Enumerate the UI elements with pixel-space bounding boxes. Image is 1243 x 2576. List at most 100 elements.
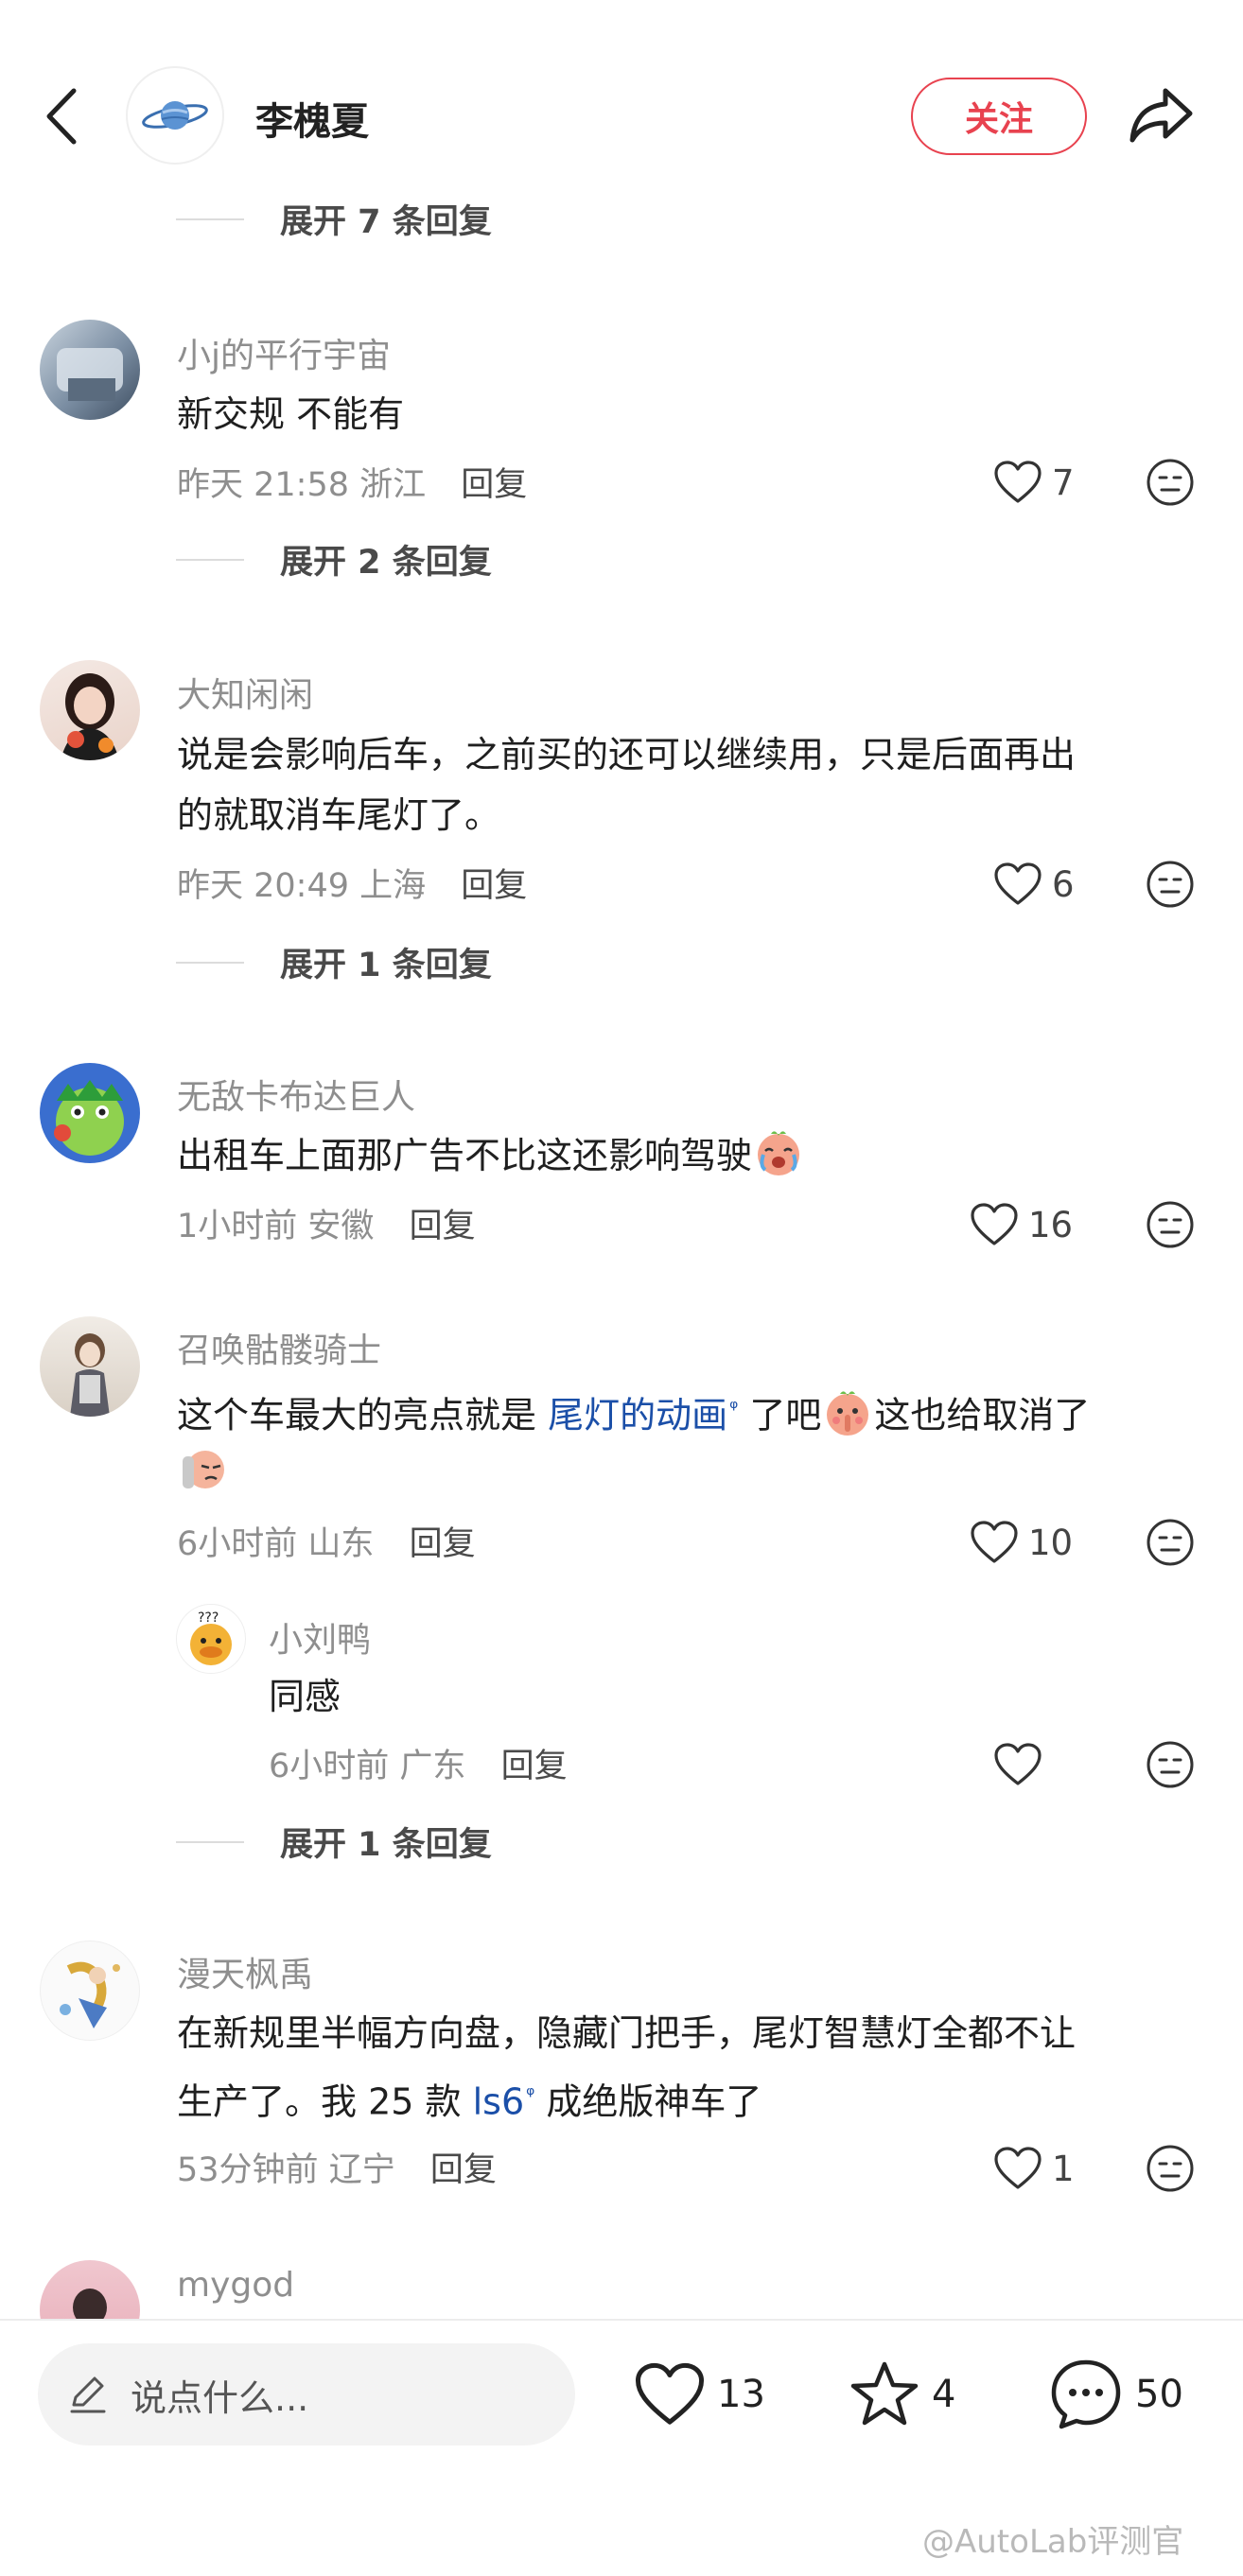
comment-meta: 53分钟前 辽宁 回复 <box>177 2143 497 2191</box>
comment-input[interactable]: 说点什么... <box>38 2343 575 2445</box>
comment-username[interactable]: 小j的平行宇宙 <box>177 328 391 377</box>
meh-face-icon[interactable] <box>1146 1740 1195 1789</box>
meh-face-icon[interactable] <box>1146 860 1195 909</box>
comment-content: 新交规 不能有 <box>177 393 405 435</box>
meh-face-icon[interactable] <box>1146 1518 1195 1567</box>
comment-time: 昨天 21:58 <box>177 466 349 504</box>
reply-button[interactable]: 回复 <box>410 1525 476 1563</box>
comment-content-line-1: 在新规里半幅方向盘，隐藏门把手，尾灯智慧灯全都不让 <box>177 2012 1077 2054</box>
like-button[interactable]: 1 <box>993 2140 1075 2197</box>
search-icon: ᵠ <box>729 1397 739 1420</box>
favorite-button[interactable]: 4 <box>849 2358 955 2430</box>
comment-content: 出租车上面那广告不比这还影响驾驶 <box>177 1125 805 1186</box>
comment-location: 上海 <box>359 867 427 905</box>
comment-text: 成绝版神车了 <box>534 2080 762 2123</box>
chat-bubble-icon <box>1051 2359 1121 2429</box>
like-button[interactable]: 7 <box>993 454 1075 511</box>
like-post-button[interactable]: 13 <box>634 2361 765 2428</box>
comment-text: 这也给取消了 <box>874 1394 1091 1436</box>
comment-location: 浙江 <box>359 466 427 504</box>
star-icon <box>850 2361 919 2426</box>
follow-button[interactable]: 关注 <box>911 78 1087 155</box>
like-count: 10 <box>1028 1522 1074 1563</box>
topic-link[interactable]: ls6 <box>473 2081 525 2123</box>
comment-location: 辽宁 <box>328 2151 395 2189</box>
reply-content: 同感 <box>269 1676 341 1717</box>
expand-text: 展开 7 条回复 <box>280 203 492 241</box>
comment-count: 50 <box>1135 2373 1183 2416</box>
comments-button[interactable]: 50 <box>1048 2357 1183 2432</box>
divider <box>176 558 244 561</box>
avatar[interactable] <box>40 1941 140 2041</box>
comment-username[interactable]: mygod <box>177 2266 294 2305</box>
search-icon: ᵠ <box>526 2083 535 2107</box>
comment-content-line-2: 的就取消车尾灯了。 <box>177 794 501 836</box>
comment-meta: 1小时前 安徽 回复 <box>177 1199 476 1247</box>
like-button[interactable]: 16 <box>970 1196 1073 1253</box>
comment-time: 1小时前 <box>177 1208 298 1245</box>
input-placeholder: 说点什么... <box>131 2376 309 2419</box>
watermark: @AutoLab评测官 <box>922 2523 1184 2561</box>
comment-username[interactable]: 大知闲闲 <box>177 668 313 717</box>
reply-meta: 6小时前 广东 回复 <box>269 1739 568 1787</box>
avatar[interactable] <box>40 320 140 420</box>
like-button[interactable]: 6 <box>993 856 1075 913</box>
comment-location: 山东 <box>307 1525 375 1563</box>
heart-icon <box>994 461 1042 503</box>
author-avatar[interactable] <box>126 66 224 165</box>
meh-face-icon[interactable] <box>1146 458 1195 507</box>
share-icon[interactable] <box>1128 85 1196 146</box>
comment-meta: 昨天 21:58 浙江 回复 <box>177 458 527 506</box>
expand-text: 展开 1 条回复 <box>280 947 492 984</box>
comment-time: 53分钟前 <box>177 2151 319 2189</box>
expand-replies[interactable]: 展开 1 条回复 <box>176 1818 492 1866</box>
expand-replies[interactable]: 展开 1 条回复 <box>176 938 492 986</box>
topic-link[interactable]: 尾灯的动画 <box>548 1395 727 1436</box>
reply-button[interactable]: 回复 <box>461 466 527 504</box>
comment-time: 6小时前 <box>177 1525 298 1563</box>
author-name[interactable]: 李槐夏 <box>255 91 369 146</box>
expand-replies[interactable]: 展开 7 条回复 <box>176 195 492 243</box>
planet-icon <box>142 101 208 130</box>
heart-icon <box>994 862 1042 905</box>
crying-face-emoji-icon <box>758 1131 800 1175</box>
comment-text: 生产了。我 25 款 <box>177 2080 473 2123</box>
reply-button[interactable]: 回复 <box>430 2151 497 2189</box>
reply-button[interactable]: 回复 <box>410 1208 476 1245</box>
heart-icon <box>971 1203 1018 1245</box>
comment-time: 昨天 20:49 <box>177 867 349 905</box>
header: 李槐夏 关注 <box>0 0 1243 180</box>
divider <box>176 1840 244 1843</box>
divider <box>176 218 244 220</box>
shushing-face-emoji-icon <box>827 1391 869 1436</box>
comment-meta: 6小时前 山东 回复 <box>177 1517 476 1565</box>
comment-meta: 昨天 20:49 上海 回复 <box>177 859 527 907</box>
avatar[interactable] <box>40 1316 140 1417</box>
meh-face-icon[interactable] <box>1146 2144 1195 2193</box>
back-icon[interactable] <box>40 83 85 149</box>
expand-replies[interactable]: 展开 2 条回复 <box>176 535 492 583</box>
comment-location: 安徽 <box>307 1208 375 1245</box>
comment-text: 出租车上面那广告不比这还影响驾驶 <box>177 1135 753 1176</box>
like-button[interactable] <box>993 1736 1042 1793</box>
heart-icon <box>971 1521 1018 1563</box>
like-count: 13 <box>717 2373 765 2416</box>
avatar[interactable] <box>40 1063 140 1163</box>
comment-text: 这个车最大的亮点就是 <box>177 1394 549 1436</box>
avatar[interactable] <box>40 660 140 760</box>
avatar[interactable]: ??? <box>176 1604 246 1674</box>
meh-face-icon[interactable] <box>1146 1200 1195 1249</box>
comment-username[interactable]: 无敌卡布达巨人 <box>177 1070 415 1119</box>
comment-text: 了吧 <box>738 1394 822 1436</box>
reply-button[interactable]: 回复 <box>501 1748 568 1785</box>
divider <box>176 961 244 964</box>
comment-username[interactable]: 召唤骷髅骑士 <box>177 1323 381 1372</box>
heart-icon <box>994 1743 1042 1785</box>
svg-text:???: ??? <box>198 1610 219 1626</box>
comment-username[interactable]: 漫天枫禹 <box>177 1947 313 1996</box>
reply-username[interactable]: 小刘鸭 <box>269 1612 371 1662</box>
reply-button[interactable]: 回复 <box>461 867 527 905</box>
heart-icon <box>635 2362 705 2425</box>
like-button[interactable]: 10 <box>970 1514 1073 1571</box>
reply-location: 广东 <box>399 1748 466 1785</box>
